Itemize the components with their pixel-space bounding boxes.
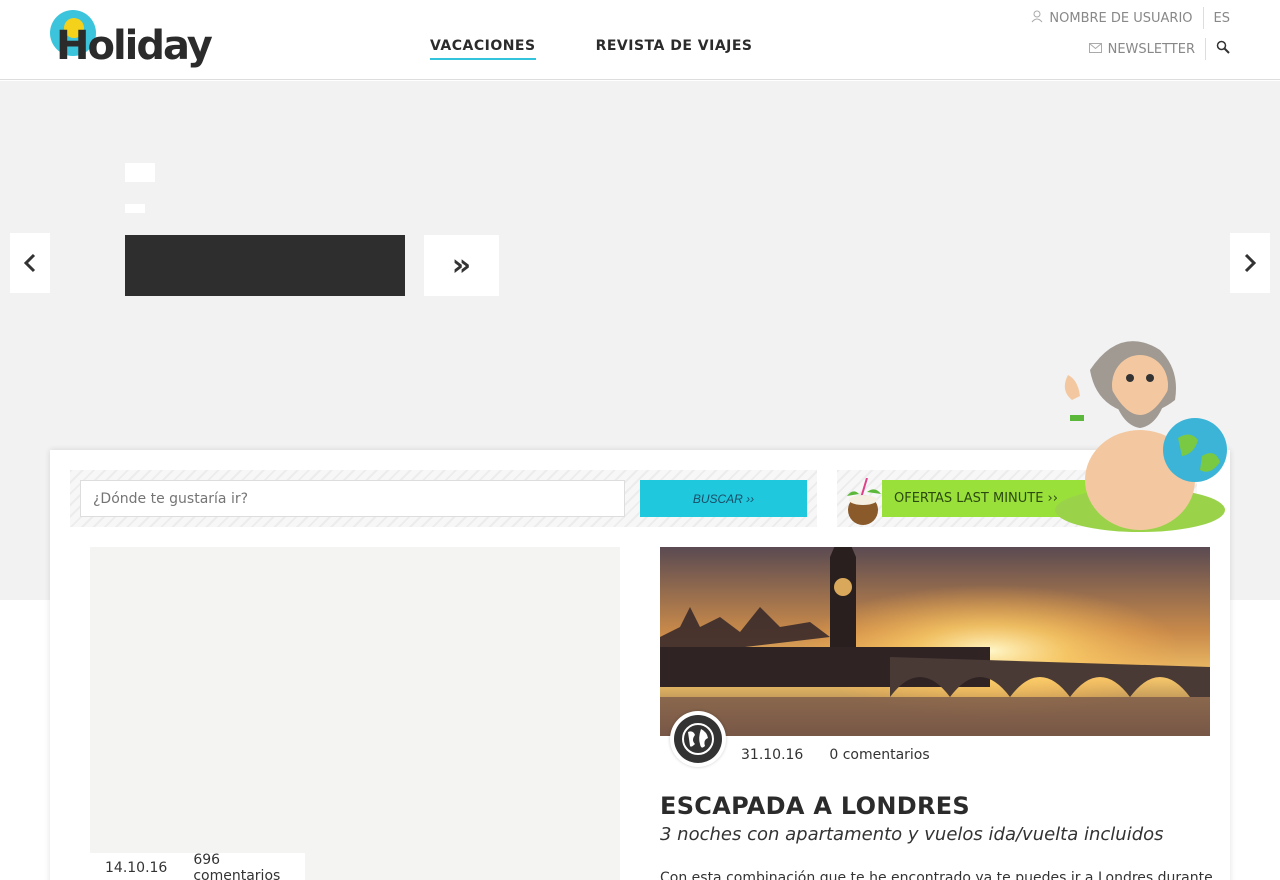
logo-text-holiday: Holiday: [56, 23, 213, 69]
hero-more-button[interactable]: »: [424, 235, 499, 296]
hero-cta-placeholder[interactable]: [125, 235, 405, 296]
coconut-drink-icon: [847, 478, 881, 525]
search-button[interactable]: BUSCAR ››: [640, 480, 807, 517]
london-article-image[interactable]: [660, 547, 1210, 736]
left-card-date: 14.10.16: [105, 860, 168, 876]
envelope-icon: [1088, 42, 1102, 56]
article-comments[interactable]: 0 comentarios: [829, 747, 929, 763]
featured-image-placeholder[interactable]: [90, 547, 620, 880]
username-link[interactable]: NOMBRE DE USUARIO: [1049, 11, 1192, 26]
util-bottom: NEWSLETTER: [1088, 37, 1230, 61]
hero-subtitle-placeholder: [125, 204, 145, 213]
util-top: NOMBRE DE USUARIO ES: [1031, 6, 1230, 30]
search-bar: BUSCAR ››: [70, 470, 817, 527]
chevron-left-icon: [23, 253, 36, 273]
site-header: Holidayguru VACACIONES REVISTA DE VIAJES…: [0, 0, 1280, 399]
hero-title-placeholder: [125, 163, 155, 182]
chevron-right-icon: [1244, 253, 1257, 273]
divider: [1202, 7, 1204, 29]
article-meta: 31.10.16 0 comentarios: [741, 747, 930, 763]
guru-mascot-illustration: [1055, 341, 1227, 532]
article-title[interactable]: ESCAPADA A LONDRES: [660, 792, 970, 820]
article-excerpt: Con esta combinación que te he encontrad…: [660, 870, 1213, 880]
newsletter-link[interactable]: NEWSLETTER: [1108, 42, 1195, 57]
nav-vacaciones[interactable]: VACACIONES: [430, 38, 536, 60]
globe-icon: [674, 715, 722, 763]
article-subtitle: 3 noches con apartamento y vuelos ida/vu…: [660, 824, 1164, 845]
london-sunset-image: [660, 547, 1210, 736]
left-card-meta: 14.10.16 696 comentarios: [90, 852, 305, 880]
left-card-comments[interactable]: 696 comentarios: [193, 852, 305, 880]
language-selector[interactable]: ES: [1214, 11, 1230, 26]
category-badge: [670, 711, 726, 767]
holidayguru-logo[interactable]: Holidayguru: [50, 10, 1205, 399]
search-icon[interactable]: [1216, 40, 1230, 58]
divider: [1205, 38, 1206, 60]
slider-prev-button[interactable]: [10, 233, 50, 293]
destination-search-input[interactable]: [80, 480, 625, 517]
logo-text: Holidayguru: [56, 22, 1205, 399]
article-date: 31.10.16: [741, 747, 804, 763]
main-nav: VACACIONES REVISTA DE VIAJES: [430, 38, 753, 60]
nav-revista-de-viajes[interactable]: REVISTA DE VIAJES: [596, 38, 753, 60]
user-icon: [1031, 10, 1043, 26]
slider-next-button[interactable]: [1230, 233, 1270, 293]
